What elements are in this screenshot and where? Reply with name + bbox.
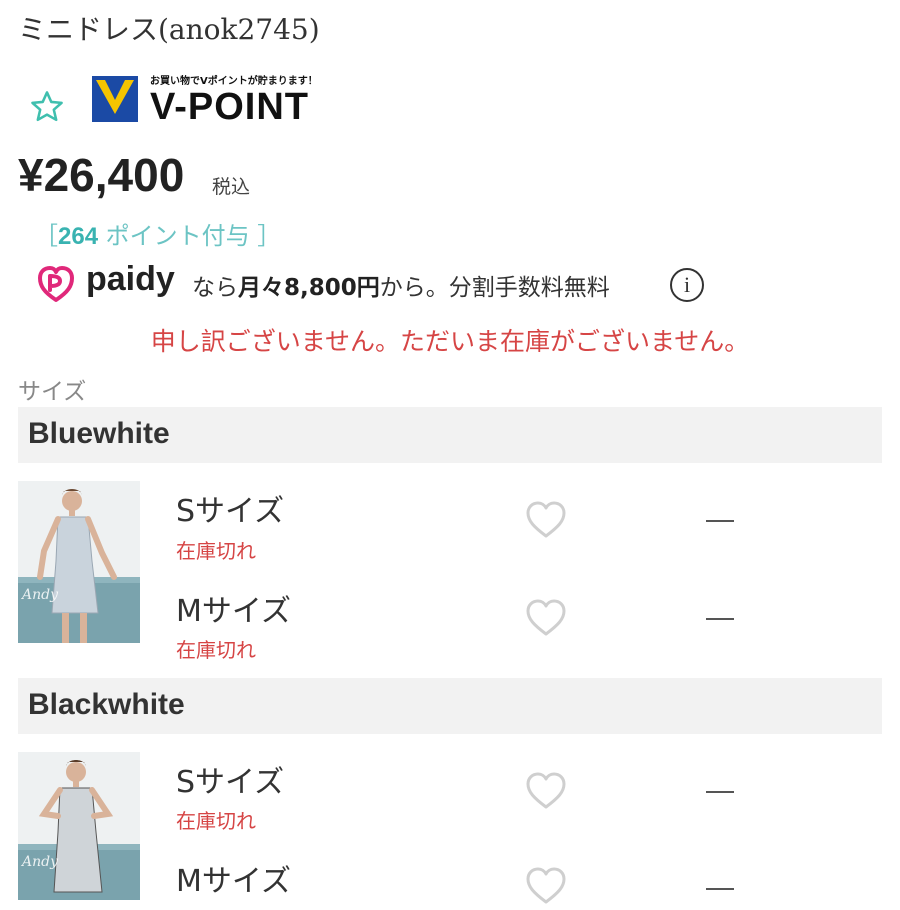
points-bracket-open: ［	[34, 222, 58, 250]
paidy-msg-suffix: から。分割手数料無料	[379, 275, 610, 301]
size-option-m[interactable]: Mサイズ	[176, 856, 291, 900]
color-name: Blackwhite	[28, 688, 185, 721]
quantity-placeholder	[706, 791, 734, 793]
paidy-msg-prefix: なら	[192, 275, 238, 301]
paidy-brand: paidy	[86, 260, 175, 298]
info-icon[interactable]: i	[670, 268, 704, 302]
size-option-s[interactable]: Sサイズ	[176, 757, 284, 801]
product-thumbnail-blackwhite[interactable]: Andy	[18, 752, 140, 900]
vpoint-logo-icon	[92, 76, 138, 122]
paidy-message: なら月々8,800円から。分割手数料無料	[192, 268, 610, 302]
stock-status: 在庫切れ	[176, 638, 256, 662]
thumb-watermark: Andy	[20, 587, 59, 603]
thumb-watermark: Andy	[20, 854, 59, 870]
vpoint-logo-text: V-POINT	[150, 86, 310, 128]
size-option-s[interactable]: Sサイズ	[176, 486, 284, 530]
paidy-monthly-amount: 月々8,800円	[238, 275, 380, 301]
product-price: ¥26,400	[18, 149, 185, 201]
out-of-stock-message: 申し訳ございません。ただいま在庫がございません。	[150, 327, 750, 356]
favorite-heart-icon[interactable]	[524, 500, 568, 540]
color-name: Bluewhite	[28, 417, 170, 450]
quantity-placeholder	[706, 618, 734, 620]
points-value: 264	[58, 223, 99, 250]
color-header-blackwhite: Blackwhite	[18, 678, 882, 734]
product-thumbnail-bluewhite[interactable]: Andy	[18, 481, 140, 643]
stock-status: 在庫切れ	[176, 809, 256, 833]
stock-status: 在庫切れ	[176, 539, 256, 563]
product-title: ミニドレス(anok2745)	[18, 13, 320, 46]
color-header-bluewhite: Bluewhite	[18, 407, 882, 463]
quantity-placeholder	[706, 888, 734, 890]
points-suffix: ポイント付与 ］	[98, 222, 282, 250]
tax-label: 税込	[212, 176, 251, 198]
favorite-heart-icon[interactable]	[524, 866, 568, 906]
points-award: ［264 ポイント付与 ］	[34, 216, 281, 251]
size-option-m[interactable]: Mサイズ	[176, 586, 291, 630]
favorite-star-icon[interactable]	[28, 88, 66, 126]
size-section-label: サイズ	[18, 379, 87, 405]
quantity-placeholder	[706, 520, 734, 522]
favorite-heart-icon[interactable]	[524, 771, 568, 811]
favorite-heart-icon[interactable]	[524, 598, 568, 638]
paidy-logo-icon	[36, 264, 76, 304]
vpoint-tagline: お買い物でVポイントが貯まります！	[150, 76, 318, 87]
